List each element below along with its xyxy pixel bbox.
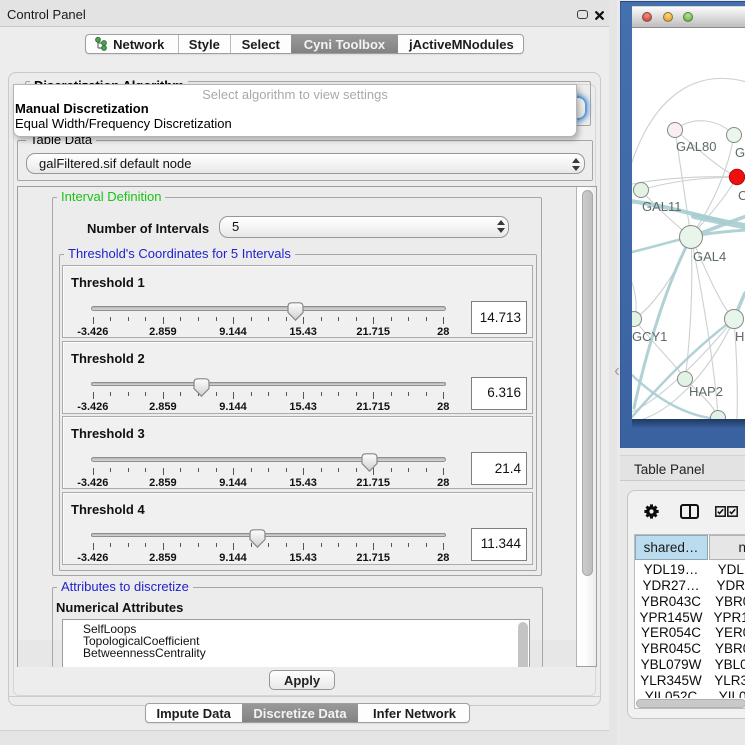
svg-text:GAL80: GAL80 <box>676 139 716 154</box>
svg-text:H: H <box>735 329 744 344</box>
svg-text:GCY1: GCY1 <box>632 329 667 344</box>
svg-text:GAL11: GAL11 <box>642 199 682 214</box>
svg-text:GAL4: GAL4 <box>693 249 726 264</box>
svg-text:C: C <box>738 188 745 203</box>
svg-text:HAP2: HAP2 <box>689 384 723 399</box>
svg-text:G: G <box>735 145 745 160</box>
